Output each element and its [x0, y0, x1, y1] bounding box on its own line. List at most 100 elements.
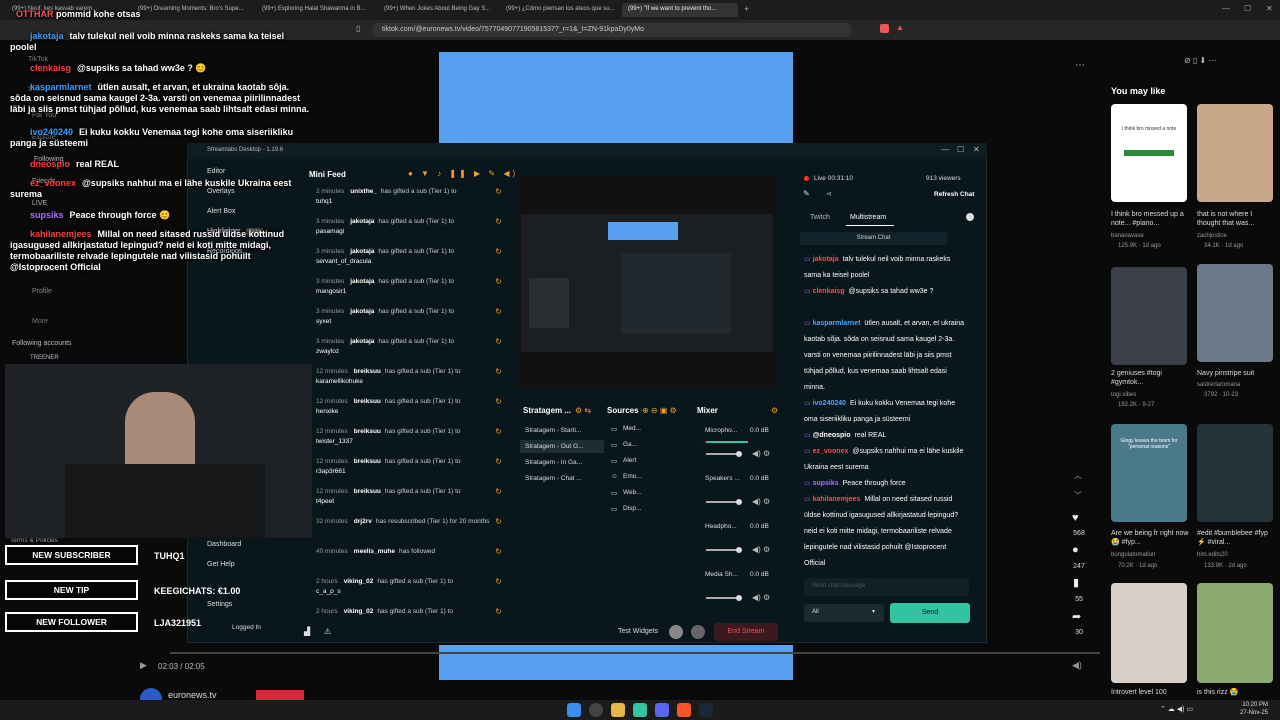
feed-user[interactable]: jakotaja	[350, 278, 374, 285]
replay-buffer-button[interactable]	[691, 625, 705, 639]
volume-icon[interactable]: ◀)	[1072, 660, 1082, 671]
chat-input[interactable]: Send chat message	[804, 578, 969, 596]
replay-icon[interactable]: ↻	[495, 187, 502, 197]
source-item[interactable]: Web...	[623, 489, 642, 496]
feed-user[interactable]: breiksuu	[354, 488, 381, 495]
browser-tab[interactable]: (99+) When Jokes About Being Gay S...	[378, 3, 494, 17]
feed-user[interactable]: jakotaja	[350, 308, 374, 315]
browser-tab-active[interactable]: (99+) "If we want to prevent tho...	[622, 3, 738, 17]
replay-icon[interactable]: ↻	[495, 547, 502, 557]
replay-icon[interactable]: ↻	[495, 397, 502, 407]
thumb-caption[interactable]: that is not where I thought that was...	[1197, 210, 1277, 228]
thumb-caption[interactable]: Navy pinstripe suit	[1197, 369, 1277, 378]
feed-target[interactable]: c_a_p_s	[316, 587, 502, 597]
mixer-controls[interactable]: ◀) ⚙	[752, 545, 770, 554]
feed-target[interactable]: henxike	[316, 407, 502, 417]
thumb-user[interactable]: bungulatomation	[1111, 552, 1155, 558]
warning-icon[interactable]: ⚠	[324, 627, 331, 636]
replay-icon[interactable]: ↻	[495, 607, 502, 617]
url-field[interactable]: tiktok.com/@euronews.tv/video/7577049077…	[372, 23, 852, 37]
scene-item[interactable]: Stratagem - In Ga...	[520, 456, 604, 469]
feed-user[interactable]: unixthe_	[350, 188, 377, 195]
feed-target[interactable]: pasamagi	[316, 227, 502, 237]
feed-user[interactable]: jakotaja	[350, 248, 374, 255]
follow-button[interactable]	[256, 690, 304, 700]
sidebar-item-profile[interactable]: Profile	[32, 288, 52, 295]
thumb-caption[interactable]: I think bro messed up a note... #piano..…	[1111, 210, 1191, 228]
chat-user[interactable]: ez_voonex	[813, 448, 849, 455]
maximize-icon[interactable]: ☐	[1244, 4, 1251, 13]
feed-filter-icons[interactable]: ● ▼ ♪ ❚❚ ▶ ✎ ◀)	[408, 169, 518, 178]
streamlabs-icon[interactable]	[633, 703, 647, 717]
feed-user[interactable]: breiksuu	[354, 428, 381, 435]
feed-user[interactable]: breiksuu	[354, 458, 381, 465]
replay-icon[interactable]: ↻	[495, 277, 502, 287]
discord-icon[interactable]	[655, 703, 669, 717]
mixer-controls[interactable]: ◀) ⚙	[752, 593, 770, 602]
browser-tab[interactable]: (99+) Exploring Halal Shawarma in B...	[256, 3, 372, 17]
sidebar-item-live[interactable]: LIVE	[32, 200, 47, 207]
end-stream-button[interactable]: End Stream	[714, 623, 778, 641]
more-icon[interactable]: ⋯	[1075, 60, 1085, 71]
feed-user[interactable]: jakotaja	[350, 218, 374, 225]
minimize-icon[interactable]: —	[941, 145, 949, 154]
browser-tab[interactable]: (99+) Dreaming Moments: Bro's Supe...	[132, 3, 250, 17]
feed-user[interactable]: breiksuu	[354, 398, 381, 405]
channel-name[interactable]: euronews.tv	[168, 690, 217, 700]
feed-user[interactable]: jakotaja	[350, 338, 374, 345]
volume-knob[interactable]	[736, 595, 742, 601]
feed-target[interactable]: servant_of_dracula	[316, 257, 502, 267]
share-icon[interactable]: ⋖	[826, 190, 832, 198]
feed-target[interactable]: tuhq1	[316, 197, 502, 207]
video-thumb[interactable]	[1197, 104, 1273, 202]
thumb-user[interactable]: sastrerlaromana	[1197, 382, 1240, 388]
video-thumb[interactable]	[1111, 267, 1187, 365]
new-tab-icon[interactable]: +	[744, 4, 749, 14]
feed-target[interactable]: mangosir1	[316, 287, 502, 297]
replay-icon[interactable]: ↻	[495, 337, 502, 347]
chat-user[interactable]: jakotaja	[813, 256, 839, 263]
pencil-icon[interactable]: ✎	[803, 189, 810, 198]
feed-user[interactable]: viking_02	[344, 578, 374, 585]
replay-icon[interactable]: ↻	[495, 457, 502, 467]
chevron-down-icon[interactable]: ﹀	[1074, 490, 1082, 501]
thumb-caption[interactable]: Introvert level 100	[1111, 688, 1191, 697]
maximize-icon[interactable]: ☐	[957, 145, 964, 154]
scene-item[interactable]: Stratagem - Chat ...	[520, 472, 604, 485]
search-icon[interactable]	[589, 703, 603, 717]
send-button[interactable]: Send	[890, 603, 970, 623]
video-thumb[interactable]	[1197, 424, 1273, 522]
scene-controls[interactable]: ⚙ ⇆	[575, 406, 591, 415]
tiktok-video[interactable]	[439, 52, 793, 145]
warning-icon[interactable]: ▲	[896, 23, 904, 32]
comment-icon[interactable]: ●	[1072, 544, 1079, 556]
browser-tab[interactable]: (99+) ¿Cómo piensan los ateos que su...	[500, 3, 616, 17]
nav-settings[interactable]: Settings	[207, 601, 232, 608]
following-account[interactable]: TREENER	[30, 355, 59, 361]
video-thumb[interactable]	[1197, 264, 1273, 362]
close-icon[interactable]: ✕	[1266, 4, 1273, 13]
replay-icon[interactable]: ↻	[495, 517, 502, 527]
feed-user[interactable]: breiksuu	[354, 368, 381, 375]
folder-icon[interactable]	[611, 703, 625, 717]
chat-user[interactable]: kasparmlarnet	[813, 320, 861, 327]
thumb-user[interactable]: him.edits20	[1197, 552, 1228, 558]
volume-knob[interactable]	[736, 499, 742, 505]
thumb-user[interactable]: bananavase	[1111, 233, 1144, 239]
tab-multistream[interactable]: Multistream	[850, 214, 886, 221]
video-thumb[interactable]	[1111, 583, 1187, 683]
stats-icon[interactable]: ▟	[304, 627, 310, 636]
chat-user[interactable]: clenkaisg	[813, 288, 845, 295]
mixer-controls[interactable]: ◀) ⚙	[752, 449, 770, 458]
chevron-up-icon[interactable]: ︿	[1074, 470, 1082, 481]
feed-user[interactable]: drj2rv	[354, 518, 372, 525]
scene-item-active[interactable]: Stratagem - Out G...	[520, 440, 604, 453]
chat-user[interactable]: ivo240240	[813, 400, 846, 407]
close-icon[interactable]: ✕	[973, 145, 980, 154]
volume-knob[interactable]	[736, 547, 742, 553]
video-thumb[interactable]: I think bro missed a note	[1111, 104, 1187, 202]
feed-target[interactable]: karamellikohuke	[316, 377, 502, 387]
system-tray-icons[interactable]: ⌃ ☁ ◀) ▭	[1160, 705, 1193, 713]
chat-user[interactable]: supsiks	[813, 480, 839, 487]
bookmark-icon[interactable]: ▮	[1073, 576, 1079, 589]
